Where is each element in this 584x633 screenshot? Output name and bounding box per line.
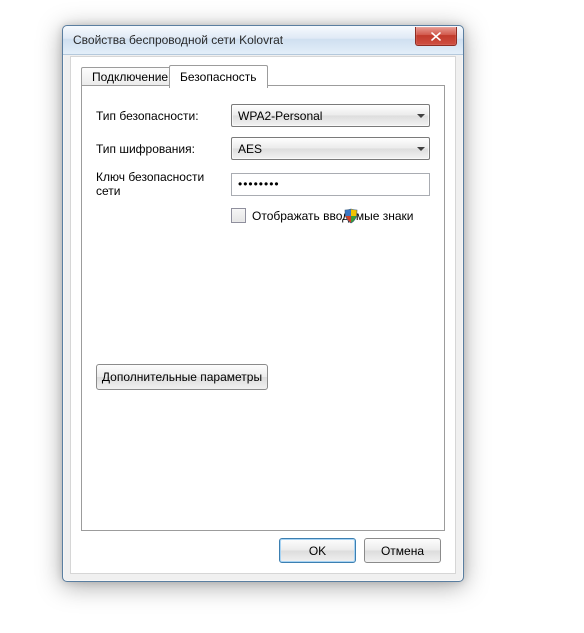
tab-panel: Тип безопасности: WPA2-Personal Тип шифр… [81,85,445,531]
checkbox-label: Отображать вводимые знаки [252,209,413,223]
button-label: OK [309,544,326,558]
tabstrip: Подключение Безопасность [81,65,445,86]
chevron-down-icon [417,147,425,151]
row-security-type: Тип безопасности: WPA2-Personal [96,104,430,127]
button-label: Дополнительные параметры [102,370,262,384]
input-network-key[interactable]: •••••••• [231,173,430,196]
button-label: Отмена [381,544,424,558]
row-key: Ключ безопасности сети •••••••• [96,170,430,198]
dialog-window: Свойства беспроводной сети Kolovrat Подк… [62,25,464,582]
label-security-type: Тип безопасности: [96,109,231,123]
chevron-down-icon [417,114,425,118]
input-value: •••••••• [238,177,280,191]
tab-security[interactable]: Безопасность [169,65,268,88]
client-area: Подключение Безопасность Тип безопасност… [70,56,456,574]
row-encryption: Тип шифрования: AES [96,137,430,160]
combo-value: WPA2-Personal [238,109,322,123]
combo-security-type[interactable]: WPA2-Personal [231,104,430,127]
uac-shield-icon [343,208,359,224]
window-title: Свойства беспроводной сети Kolovrat [63,33,283,47]
titlebar[interactable]: Свойства беспроводной сети Kolovrat [63,26,463,55]
form: Тип безопасности: WPA2-Personal Тип шифр… [96,104,430,223]
dialog-buttons: OK Отмена [279,538,441,563]
tab-label: Подключение [92,70,168,84]
checkbox-show-characters[interactable] [231,208,246,223]
advanced-settings-button[interactable]: Дополнительные параметры [96,364,268,390]
row-show-chars: Отображать вводимые знаки [231,208,430,223]
label-key: Ключ безопасности сети [96,170,231,198]
tab-connection[interactable]: Подключение [81,67,179,86]
close-icon [431,32,441,41]
cancel-button[interactable]: Отмена [364,538,441,563]
combo-value: AES [238,142,262,156]
tab-label: Безопасность [180,70,257,84]
label-encryption: Тип шифрования: [96,142,231,156]
ok-button[interactable]: OK [279,538,356,563]
close-button[interactable] [415,27,457,46]
combo-encryption[interactable]: AES [231,137,430,160]
